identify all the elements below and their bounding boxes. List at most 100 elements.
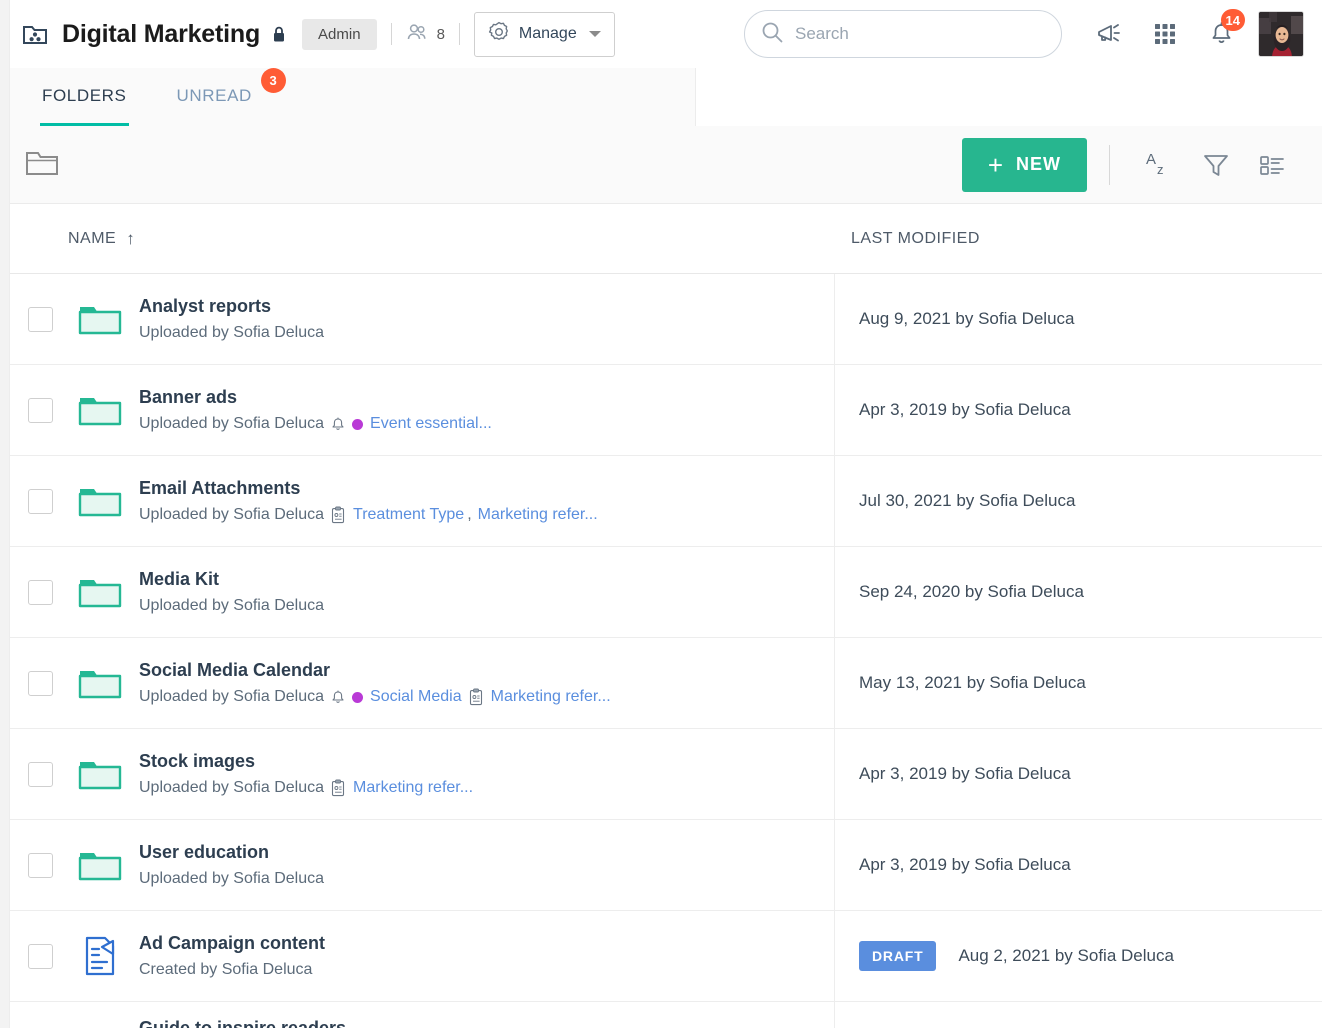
megaphone-icon[interactable] (1086, 11, 1132, 57)
folder-icon (75, 848, 125, 882)
row-checkbox[interactable] (28, 944, 53, 969)
tab-unread[interactable]: UNREAD 3 (175, 68, 254, 126)
file-name-label[interactable]: Banner ads (139, 387, 492, 408)
row-checkbox[interactable] (28, 398, 53, 423)
table-row-partial[interactable]: Guide to inspire readers (10, 1002, 1322, 1028)
row-checkbox[interactable] (28, 580, 53, 605)
column-header-name[interactable]: NAME ↑ (10, 229, 835, 249)
manage-button-label: Manage (519, 25, 577, 43)
file-name-label[interactable]: Media Kit (139, 569, 324, 590)
tag-chip[interactable]: Treatment Type (330, 506, 464, 524)
file-name-label[interactable]: Analyst reports (139, 296, 324, 317)
last-modified-cell: Sep 24, 2020 by Sofia Deluca (835, 582, 1322, 602)
file-name-block: Ad Campaign contentCreated by Sofia Delu… (139, 933, 325, 979)
column-header-last-modified-label: LAST MODIFIED (851, 230, 980, 247)
folder-icon (75, 484, 125, 518)
members-count-label: 8 (437, 26, 445, 43)
members-count-group[interactable]: 8 (406, 23, 445, 45)
clipboard-icon (468, 688, 484, 706)
uploader-label: Uploaded by Sofia Deluca (139, 688, 324, 706)
folder-icon (75, 302, 125, 336)
last-modified-cell: Apr 3, 2019 by Sofia Deluca (835, 764, 1322, 784)
table-row[interactable]: Media KitUploaded by Sofia Deluca Sep 24,… (10, 547, 1322, 638)
row-checkbox[interactable] (28, 671, 53, 696)
table-row[interactable]: Banner adsUploaded by Sofia DelucaEvent … (10, 365, 1322, 456)
svg-text:z: z (1157, 162, 1164, 177)
lock-icon (272, 26, 286, 43)
table-row[interactable]: Analyst reports Uploaded by Sofia Deluca A… (10, 274, 1322, 365)
tabs-bar: FOLDERS UNREAD 3 (10, 68, 696, 126)
table-row[interactable]: Stock images Uploaded by Sofia Deluca Mark… (10, 729, 1322, 820)
page-title: Digital Marketing (62, 20, 260, 49)
file-name-label[interactable]: Email Attachments (139, 478, 598, 499)
table-row[interactable]: Email AttachmentsUploaded by Sofia Deluc… (10, 456, 1322, 547)
status-badge: DRAFT (859, 941, 936, 971)
filter-funnel-icon[interactable] (1188, 137, 1244, 193)
file-name-cell: Ad Campaign contentCreated by Sofia Delu… (10, 911, 835, 1002)
row-checkbox[interactable] (28, 853, 53, 878)
uploader-label: Uploaded by Sofia Deluca (139, 779, 324, 797)
file-name-block: Banner adsUploaded by Sofia DelucaEvent … (139, 387, 492, 433)
tag-label[interactable]: Social Media (370, 688, 462, 706)
app-root: Digital Marketing Admin (0, 0, 1322, 1028)
table-body: Analyst reports Uploaded by Sofia Deluca A… (10, 274, 1322, 1002)
folder-icon (75, 393, 125, 427)
notification-bell-icon (330, 416, 346, 433)
tabs-row-filler (696, 68, 1322, 126)
bell-icon[interactable]: 14 (1198, 11, 1244, 57)
last-modified-cell: DRAFTAug 2, 2021 by Sofia Deluca (835, 941, 1322, 971)
last-modified-cell: Aug 9, 2021 by Sofia Deluca (835, 309, 1322, 329)
row-checkbox[interactable] (28, 489, 53, 514)
file-name-block: Media KitUploaded by Sofia Deluca (139, 569, 324, 615)
tag-label[interactable]: Event essential... (370, 415, 492, 433)
table-row[interactable]: Ad Campaign contentCreated by Sofia Delu… (10, 911, 1322, 1002)
tag-color-dot (352, 419, 363, 430)
tag-label[interactable]: Marketing refer... (478, 506, 598, 524)
last-modified-label: Jul 30, 2021 by Sofia Deluca (859, 491, 1075, 511)
tag-chip[interactable]: Marketing refer... (468, 688, 611, 706)
sort-alpha-icon[interactable]: A z (1132, 137, 1188, 193)
table-row[interactable]: User educationUploaded by Sofia Deluca Ap… (10, 820, 1322, 911)
new-button[interactable]: + NEW (962, 138, 1087, 192)
toolbar-left-group (10, 146, 60, 183)
file-name-block: Stock images Uploaded by Sofia Deluca Mark… (139, 751, 473, 797)
file-name-label[interactable]: Social Media Calendar (139, 660, 611, 681)
tag-chip[interactable]: Event essential... (352, 415, 492, 433)
folder-icon (75, 757, 125, 791)
tag-label[interactable]: Marketing refer... (353, 779, 473, 797)
last-modified-label: Apr 3, 2019 by Sofia Deluca (859, 400, 1071, 420)
file-name-block: User educationUploaded by Sofia Deluca (139, 842, 324, 888)
table-row[interactable]: Social Media Calendar Uploaded by Sofia D… (10, 638, 1322, 729)
file-meta-row: Uploaded by Sofia Deluca (139, 324, 324, 342)
folder-outline-icon[interactable] (24, 146, 60, 183)
svg-text:A: A (1146, 151, 1156, 168)
file-name-label[interactable]: Ad Campaign content (139, 933, 325, 954)
search-box[interactable] (744, 10, 1062, 58)
file-meta-row: Uploaded by Sofia Deluca Marketing refer.… (139, 779, 473, 797)
file-name-label[interactable]: Stock images (139, 751, 473, 772)
tab-folders[interactable]: FOLDERS (40, 68, 129, 126)
list-view-icon[interactable] (1244, 137, 1300, 193)
folder-icon (75, 666, 125, 700)
last-modified-label: Apr 3, 2019 by Sofia Deluca (859, 855, 1071, 875)
last-modified-label: May 13, 2021 by Sofia Deluca (859, 673, 1086, 693)
row-checkbox[interactable] (28, 762, 53, 787)
page-left-gutter (0, 0, 10, 1028)
gear-icon (488, 21, 510, 48)
search-input[interactable] (795, 24, 1045, 44)
row-checkbox[interactable] (28, 307, 53, 332)
grid-apps-icon[interactable] (1142, 11, 1188, 57)
content-toolbar: + NEW A z (10, 126, 1322, 204)
tag-label[interactable]: Treatment Type (353, 506, 464, 524)
avatar[interactable] (1258, 11, 1304, 57)
plus-icon: + (988, 152, 1004, 178)
column-header-last-modified[interactable]: LAST MODIFIED (835, 230, 980, 248)
tag-chip[interactable]: Marketing refer... (330, 779, 473, 797)
tag-chip[interactable]: Social Media (352, 688, 462, 706)
manage-button[interactable]: Manage (474, 12, 615, 57)
tab-unread-label: UNREAD (177, 86, 252, 105)
file-name-cell: Media KitUploaded by Sofia Deluca (10, 547, 835, 638)
tag-label[interactable]: Marketing refer... (491, 688, 611, 706)
file-name-label[interactable]: User education (139, 842, 324, 863)
last-modified-label: Apr 3, 2019 by Sofia Deluca (859, 764, 1071, 784)
